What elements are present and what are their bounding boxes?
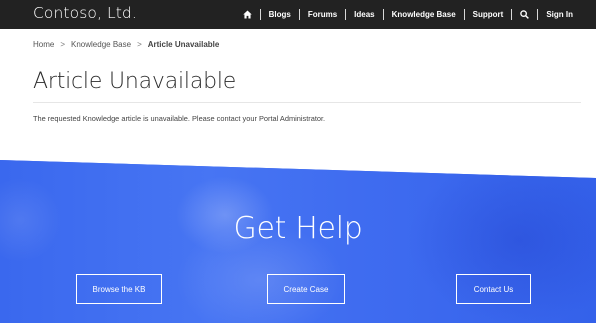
breadcrumb-separator: > <box>60 40 66 49</box>
contact-us-button[interactable]: Contact Us <box>456 274 531 304</box>
home-icon[interactable] <box>235 0 260 29</box>
nav-blogs[interactable]: Blogs <box>261 0 299 29</box>
nav-knowledge-base[interactable]: Knowledge Base <box>384 0 464 29</box>
top-nav-bar: Contoso, Ltd. Blogs Forums Ideas Knowled… <box>0 0 596 29</box>
brand-logo[interactable]: Contoso, Ltd. <box>33 4 137 22</box>
search-icon[interactable] <box>512 0 537 29</box>
breadcrumb-home[interactable]: Home <box>33 40 54 49</box>
get-help-title: Get Help <box>233 211 363 246</box>
breadcrumb-current: Article Unavailable <box>147 40 220 49</box>
unavailable-message: The requested Knowledge article is unava… <box>33 114 326 123</box>
home-icon-glyph <box>242 10 252 19</box>
page-title: Article Unavailable <box>33 69 237 94</box>
breadcrumb: Home > Knowledge Base > Article Unavaila… <box>33 40 219 49</box>
nav-forums[interactable]: Forums <box>300 0 345 29</box>
search-icon-glyph <box>520 10 530 19</box>
title-divider <box>33 102 581 103</box>
breadcrumb-separator: > <box>137 40 142 49</box>
create-case-button[interactable]: Create Case <box>267 274 345 304</box>
get-help-section: Get Help Browse the KB Create Case Conta… <box>0 160 596 323</box>
nav-support[interactable]: Support <box>465 0 512 29</box>
sign-in-link[interactable]: Sign In <box>538 0 581 29</box>
breadcrumb-knowledge-base[interactable]: Knowledge Base <box>71 40 131 49</box>
browse-kb-button[interactable]: Browse the KB <box>76 274 162 304</box>
nav-ideas[interactable]: Ideas <box>346 0 382 29</box>
main-nav: Blogs Forums Ideas Knowledge Base Suppor… <box>235 0 581 29</box>
